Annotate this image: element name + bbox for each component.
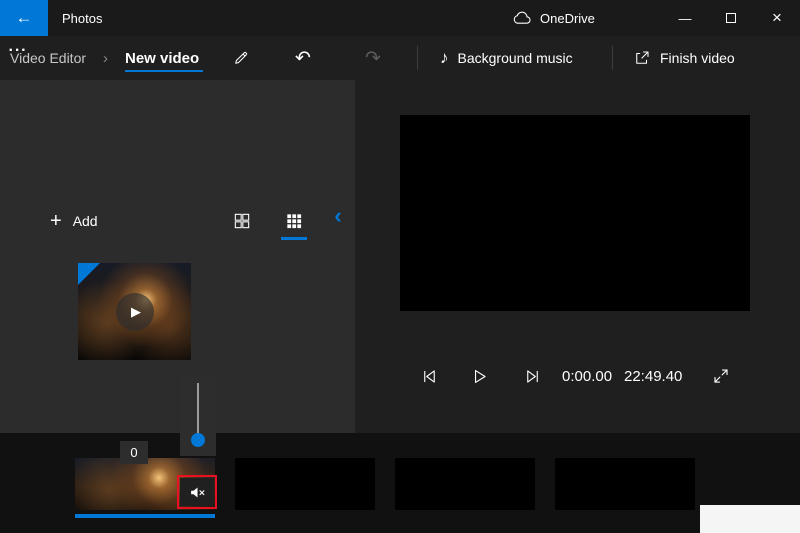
onedrive-label: OneDrive [540,11,595,26]
photos-app-window: ← Photos OneDrive — × Video Editor › New… [0,0,800,533]
back-arrow-icon: ← [16,8,33,28]
video-preview [400,115,750,311]
maximize-button[interactable] [708,0,754,36]
selected-view-underline [281,237,307,240]
titlebar: ← Photos OneDrive — × [0,0,800,36]
finish-video-button[interactable]: Finish video [633,43,735,73]
rename-button[interactable] [226,43,256,73]
project-title-text: New video [125,50,199,67]
background-music-button[interactable]: ♪ Background music [440,43,573,73]
toolbar-divider [417,46,418,70]
music-note-icon: ♪ [440,48,449,68]
redo-icon: ↷ [365,47,381,70]
play-triangle-icon [470,367,489,386]
timeline-clip-4[interactable] [555,458,695,510]
close-button[interactable]: × [754,0,800,36]
minimize-button[interactable]: — [662,0,708,36]
project-library-panel: + Add ‹ [0,80,355,433]
library-video-thumbnail[interactable]: ▶ [78,263,191,360]
mute-button[interactable] [180,478,214,506]
finish-video-label: Finish video [660,50,735,66]
project-title-field[interactable]: New video [125,46,203,72]
redo-button[interactable]: ↷ [358,43,388,73]
collapse-panel-button[interactable]: ‹ [327,201,349,231]
app-title: Photos [62,0,102,36]
total-duration: 22:49.40 [624,361,682,391]
maximize-icon [726,13,736,23]
cloud-icon [512,11,532,25]
breadcrumb-video-editor[interactable]: Video Editor [10,36,86,80]
back-button[interactable]: ← [0,0,48,36]
play-icon: ▶ [131,304,141,320]
fullscreen-expand-icon [712,367,730,385]
editor-toolbar: Video Editor › New video ↶ ↷ ♪ Backgroun… [0,36,800,80]
watermark [700,505,800,533]
timeline-clip-2[interactable] [235,458,375,510]
chevron-left-icon: ‹ [334,203,341,229]
grid-view-small-tiles-button[interactable] [281,208,307,234]
previous-frame-icon [420,367,439,386]
previous-frame-button[interactable] [414,361,444,391]
background-music-label: Background music [458,50,573,66]
grid-2x2-icon [232,211,252,231]
play-button[interactable] [464,361,494,391]
pencil-icon [232,49,250,67]
volume-value-badge: 0 [120,441,148,464]
undo-button[interactable]: ↶ [288,43,318,73]
add-label: Add [73,213,98,229]
volume-slider-track[interactable] [197,383,199,435]
next-frame-icon [523,367,542,386]
export-icon [633,49,651,67]
grid-3x3-icon [284,211,304,231]
undo-icon: ↶ [295,47,311,70]
play-overlay-button[interactable]: ▶ [116,293,154,331]
onedrive-status[interactable]: OneDrive [512,0,595,36]
minimize-icon: — [679,11,692,26]
volume-slider-popup [180,374,216,456]
elapsed-time: 0:00.00 [562,361,612,391]
next-frame-button[interactable] [517,361,547,391]
close-icon: × [772,8,782,28]
toolbar-divider [612,46,613,70]
fullscreen-button[interactable] [706,361,736,391]
muted-speaker-icon [189,485,206,500]
breadcrumb-chevron-icon: › [103,36,108,80]
plus-icon: + [50,210,62,233]
selected-clip-indicator [75,514,215,518]
volume-slider-handle[interactable] [191,433,205,447]
grid-view-large-tiles-button[interactable] [229,208,255,234]
add-media-button[interactable]: + Add [50,204,98,238]
timeline-clip-3[interactable] [395,458,535,510]
